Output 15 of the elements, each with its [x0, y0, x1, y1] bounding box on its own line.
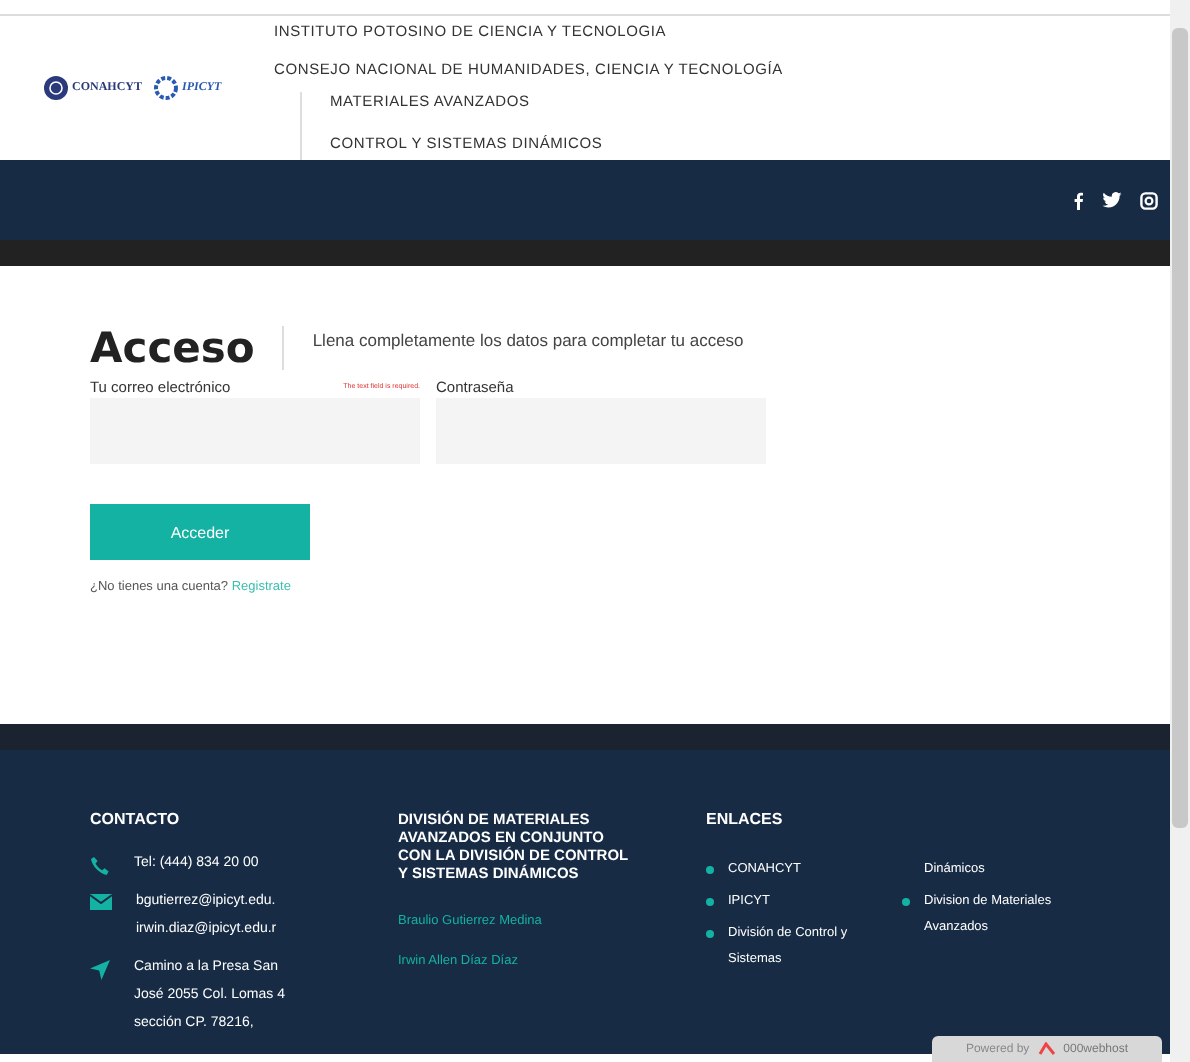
bird-icon[interactable] — [1102, 192, 1122, 208]
facebook-icon[interactable] — [1074, 191, 1084, 209]
mail-icon — [90, 894, 112, 910]
bullet-icon — [706, 866, 714, 874]
phone-icon — [90, 856, 110, 876]
section-title: ENLACES — [706, 810, 785, 828]
bullet-icon — [706, 898, 714, 906]
scrollbar[interactable] — [1170, 0, 1190, 1062]
section-title: CONTACTO — [90, 810, 182, 828]
page-subtitle: Llena completamente los datos para completar tu acceso — [312, 330, 744, 350]
page-title: Acceso — [90, 326, 285, 370]
bullet-icon — [706, 930, 714, 938]
bullet-icon — [902, 898, 910, 906]
camera-icon[interactable] — [1140, 191, 1158, 209]
navigation-arrow-icon — [90, 960, 110, 980]
